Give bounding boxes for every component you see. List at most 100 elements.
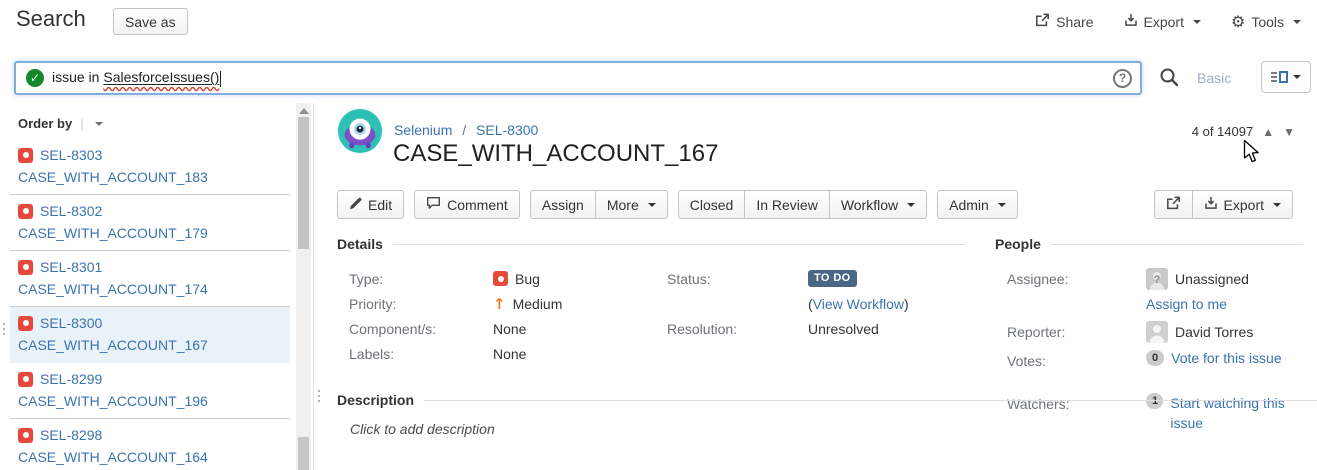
- pager-position: 4 of 14097: [1192, 124, 1253, 139]
- chevron-down-icon: [1293, 75, 1301, 79]
- details-heading: Details: [337, 236, 383, 252]
- bug-icon: [18, 316, 33, 331]
- chevron-down-icon: [998, 203, 1006, 207]
- list-item[interactable]: SEL-8301 CASE_WITH_ACCOUNT_174: [10, 251, 290, 307]
- syntax-help-icon[interactable]: ?: [1113, 69, 1132, 88]
- section-rule: [393, 244, 965, 245]
- export-icon: [1204, 196, 1218, 213]
- bug-icon: [493, 271, 508, 286]
- text-caret: [220, 71, 221, 87]
- issue-list: SEL-8303 CASE_WITH_ACCOUNT_183 SEL-8302 …: [10, 139, 290, 470]
- list-item[interactable]: SEL-8302 CASE_WITH_ACCOUNT_179: [10, 195, 290, 251]
- jql-search-input[interactable]: ✓ issue in SalesforceIssues() ?: [14, 61, 1142, 95]
- bug-icon: [18, 148, 33, 163]
- breadcrumb-issue-link[interactable]: SEL-8300: [476, 122, 538, 138]
- status-badge: TO DO: [808, 270, 857, 287]
- view-workflow-link[interactable]: View Workflow: [813, 296, 904, 312]
- search-icon[interactable]: [1158, 66, 1182, 90]
- list-item[interactable]: SEL-8303 CASE_WITH_ACCOUNT_183: [10, 139, 290, 195]
- section-rule: [424, 400, 1317, 401]
- comment-bubble-icon: [426, 196, 441, 213]
- people-heading: People: [995, 236, 1041, 252]
- chevron-down-icon: [907, 203, 915, 207]
- issue-list-panel: Order by | SEL-8303 CASE_WITH_ACCOUNT_18…: [0, 103, 296, 470]
- description-placeholder[interactable]: Click to add description: [350, 421, 1317, 437]
- layout-switcher-button[interactable]: [1261, 61, 1311, 93]
- share-button[interactable]: Share: [1035, 13, 1093, 30]
- field-assignee: Assignee: ? Unassigned: [995, 268, 1303, 290]
- description-heading: Description: [337, 392, 414, 408]
- share-icon: [1035, 13, 1050, 30]
- chevron-down-icon: [1293, 20, 1301, 24]
- gear-icon: ⚙: [1231, 14, 1245, 30]
- basic-mode-switch[interactable]: Basic: [1197, 70, 1231, 86]
- workflow-menu-button[interactable]: Workflow: [829, 190, 927, 219]
- breadcrumb: Selenium / SEL-8300: [394, 122, 538, 138]
- detail-view-icon: [1271, 71, 1288, 83]
- chevron-down-icon: [1193, 20, 1201, 24]
- details-section: Details Type: Bug Priority: ↑Medium Comp…: [337, 236, 965, 366]
- unassigned-avatar-icon: ?: [1146, 268, 1168, 290]
- chevron-down-icon: [95, 122, 103, 126]
- results-pager: 4 of 14097 ▲ ▼: [1192, 124, 1295, 139]
- export-menu-button[interactable]: Export: [1124, 13, 1201, 30]
- jql-query-text: issue in SalesforceIssues(): [52, 69, 221, 86]
- bug-icon: [18, 372, 33, 387]
- issue-toolbar: Edit Comment Assign More Closed: [337, 190, 1018, 219]
- left-splitter-handle[interactable]: [1, 323, 6, 341]
- bug-icon: [18, 260, 33, 275]
- chevron-down-icon: [648, 203, 656, 207]
- field-view-workflow: (View Workflow): [655, 291, 965, 316]
- vote-link[interactable]: Vote for this issue: [1171, 350, 1282, 366]
- edit-button[interactable]: Edit: [337, 190, 404, 219]
- jira-search-page: Search Save as Share Export ⚙ Tools ✓ is…: [0, 0, 1317, 470]
- assign-button[interactable]: Assign: [530, 190, 596, 219]
- previous-issue-button[interactable]: ▲: [1262, 126, 1274, 138]
- order-by-dropdown[interactable]: Order by |: [0, 103, 296, 137]
- export-issue-button[interactable]: Export: [1192, 190, 1293, 219]
- field-status: Status: TO DO: [655, 266, 965, 291]
- tools-menu-button[interactable]: ⚙ Tools: [1231, 14, 1301, 30]
- assign-to-me-link[interactable]: Assign to me: [1146, 296, 1227, 312]
- list-item-selected[interactable]: SEL-8300 CASE_WITH_ACCOUNT_167: [10, 307, 290, 363]
- export-icon: [1124, 13, 1138, 30]
- svg-text:?: ?: [1154, 274, 1161, 286]
- field-reporter: Reporter: David Torres: [995, 321, 1303, 343]
- admin-menu-button[interactable]: Admin: [937, 190, 1018, 219]
- issue-toolbar-right: Export: [1154, 190, 1293, 219]
- scroll-up-icon[interactable]: [299, 108, 309, 114]
- save-as-button[interactable]: Save as: [113, 8, 188, 35]
- scrollbar-thumb[interactable]: [298, 117, 309, 249]
- in-review-transition-button[interactable]: In Review: [744, 190, 829, 219]
- votes-badge: 0: [1146, 350, 1164, 366]
- project-avatar: [337, 108, 383, 154]
- assign-button-group: Assign More: [530, 190, 668, 219]
- field-labels: Labels: None: [337, 341, 965, 366]
- next-issue-button[interactable]: ▼: [1283, 126, 1295, 138]
- comment-button[interactable]: Comment: [414, 190, 520, 219]
- scrollbar-bottom[interactable]: [298, 437, 309, 470]
- breadcrumb-project-link[interactable]: Selenium: [394, 122, 452, 138]
- field-votes: Votes: 0 Vote for this issue: [995, 350, 1303, 369]
- issue-detail-panel: Selenium / SEL-8300 CASE_WITH_ACCOUNT_16…: [314, 103, 1317, 470]
- list-item[interactable]: SEL-8298 CASE_WITH_ACCOUNT_164: [10, 419, 290, 470]
- field-resolution: Resolution: Unresolved: [655, 316, 965, 341]
- sidebar-scrollbar[interactable]: [296, 103, 311, 470]
- workflow-button-group: Closed In Review Workflow: [678, 190, 927, 219]
- bug-icon: [18, 428, 33, 443]
- share-icon: [1166, 196, 1181, 213]
- description-section: Description Click to add description: [337, 392, 1317, 437]
- list-item[interactable]: SEL-8299 CASE_WITH_ACCOUNT_196: [10, 363, 290, 419]
- reporter-avatar-icon: [1146, 321, 1168, 343]
- more-menu-button[interactable]: More: [595, 190, 668, 219]
- share-issue-button[interactable]: [1154, 190, 1193, 219]
- content-area: Order by | SEL-8303 CASE_WITH_ACCOUNT_18…: [0, 103, 1317, 470]
- section-rule: [1051, 244, 1303, 245]
- bug-icon: [18, 204, 33, 219]
- issue-title: CASE_WITH_ACCOUNT_167: [393, 140, 718, 168]
- query-valid-check-icon: ✓: [26, 69, 44, 87]
- chevron-down-icon: [1273, 203, 1281, 207]
- header-actions: Share Export ⚙ Tools: [1035, 13, 1301, 30]
- closed-transition-button[interactable]: Closed: [678, 190, 746, 219]
- page-title: Search: [16, 6, 86, 32]
